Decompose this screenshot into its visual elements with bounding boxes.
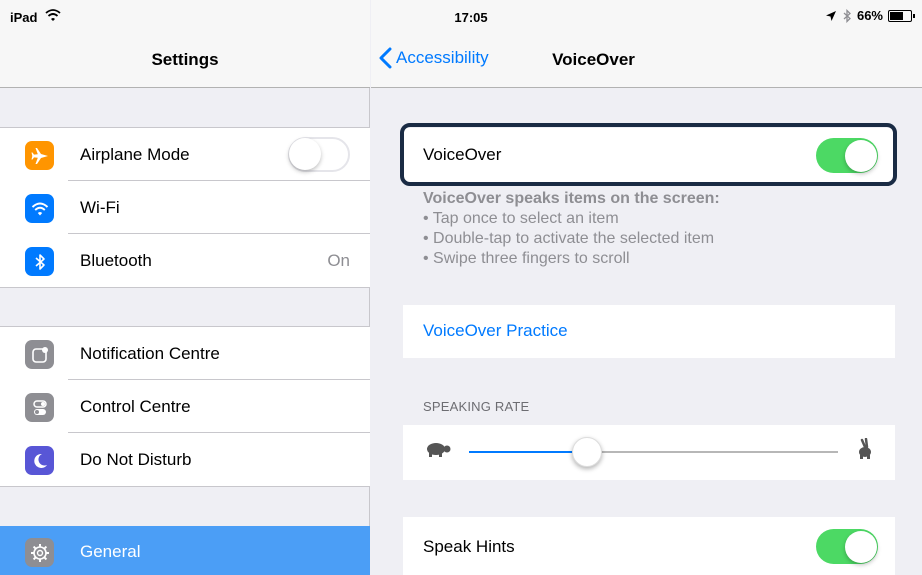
speaking-rate-header: SPEAKING RATE	[423, 399, 530, 414]
wifi-icon	[25, 194, 54, 223]
carrier-label: iPad	[10, 10, 38, 25]
description-heading: VoiceOver speaks items on the screen:	[423, 190, 720, 207]
status-bar-left: iPad	[0, 0, 370, 34]
speaking-rate-slider[interactable]	[469, 437, 838, 467]
bluetooth-status-icon	[843, 8, 851, 23]
voiceover-detail-pane: 17:05 66% Accessibility VoiceOver VoiceO…	[371, 0, 922, 575]
rabbit-icon	[859, 438, 871, 459]
turtle-icon	[427, 443, 451, 457]
toggle-knob	[845, 139, 877, 172]
voiceover-practice-label: VoiceOver Practice	[423, 321, 568, 340]
sidebar-item-general[interactable]: General	[0, 526, 370, 575]
battery-percentage: 66%	[856, 8, 883, 23]
voiceover-toggle[interactable]	[816, 138, 878, 173]
airplane-icon	[25, 141, 54, 170]
sidebar-item-airplane-mode[interactable]: Airplane Mode	[0, 128, 370, 181]
settings-group-notifications: Notification Centre Control Centre Do No…	[0, 326, 370, 487]
settings-title: Settings	[151, 50, 219, 69]
battery-level	[890, 11, 903, 20]
voiceover-practice-row[interactable]: VoiceOver Practice	[403, 305, 895, 358]
sidebar-item-label: Airplane Mode	[80, 145, 190, 164]
status-time: 17:05	[454, 10, 488, 25]
toggle-knob	[289, 138, 321, 170]
status-icons: 66%	[825, 8, 915, 23]
sidebar-item-bluetooth[interactable]: Bluetooth On	[0, 234, 370, 287]
sidebar-item-label: Control Centre	[80, 397, 191, 416]
settings-nav-bar: Settings	[0, 34, 370, 88]
speaking-rate-row	[403, 425, 895, 480]
sidebar-item-label: Wi-Fi	[80, 198, 120, 217]
gear-icon	[25, 538, 54, 567]
airplane-mode-toggle[interactable]	[288, 137, 350, 172]
voiceover-nav-bar: Accessibility VoiceOver	[371, 34, 922, 88]
speak-hints-toggle[interactable]	[816, 529, 878, 564]
sidebar-item-wifi[interactable]: Wi-Fi	[0, 181, 370, 234]
wifi-status-icon	[45, 9, 61, 21]
voiceover-label: VoiceOver	[423, 145, 502, 164]
sidebar-item-label: Notification Centre	[80, 344, 220, 363]
notification-centre-icon	[25, 340, 54, 369]
status-bar-right: 17:05 66%	[371, 0, 922, 34]
sidebar-item-label: Bluetooth	[80, 251, 152, 270]
control-centre-icon	[25, 393, 54, 422]
sidebar-item-do-not-disturb[interactable]: Do Not Disturb	[0, 433, 370, 486]
settings-sidebar: iPad Settings Airplane Mode Wi-Fi Blueto…	[0, 0, 370, 575]
toggle-knob	[845, 530, 877, 563]
description-bullet: • Swipe three fingers to scroll	[423, 250, 630, 267]
sidebar-item-control-centre[interactable]: Control Centre	[0, 380, 370, 433]
speak-hints-row: Speak Hints	[403, 517, 895, 575]
battery-icon	[888, 9, 915, 22]
page-title: VoiceOver	[552, 50, 635, 69]
slider-thumb[interactable]	[572, 437, 603, 467]
slider-fill	[469, 451, 588, 453]
sidebar-item-label: Do Not Disturb	[80, 450, 192, 469]
moon-icon	[25, 446, 54, 475]
bluetooth-icon	[25, 247, 54, 276]
bluetooth-status-value: On	[327, 251, 350, 270]
description-bullet: • Tap once to select an item	[423, 210, 619, 227]
speak-hints-label: Speak Hints	[423, 537, 515, 556]
voiceover-description: VoiceOver speaks items on the screen: • …	[423, 189, 883, 269]
sidebar-item-label: General	[80, 542, 141, 561]
settings-group-connectivity: Airplane Mode Wi-Fi Bluetooth On	[0, 127, 370, 288]
location-arrow-icon	[825, 10, 836, 21]
sidebar-item-notification-centre[interactable]: Notification Centre	[0, 327, 370, 380]
voiceover-row: VoiceOver	[403, 128, 895, 183]
description-bullet: • Double-tap to activate the selected it…	[423, 230, 715, 247]
